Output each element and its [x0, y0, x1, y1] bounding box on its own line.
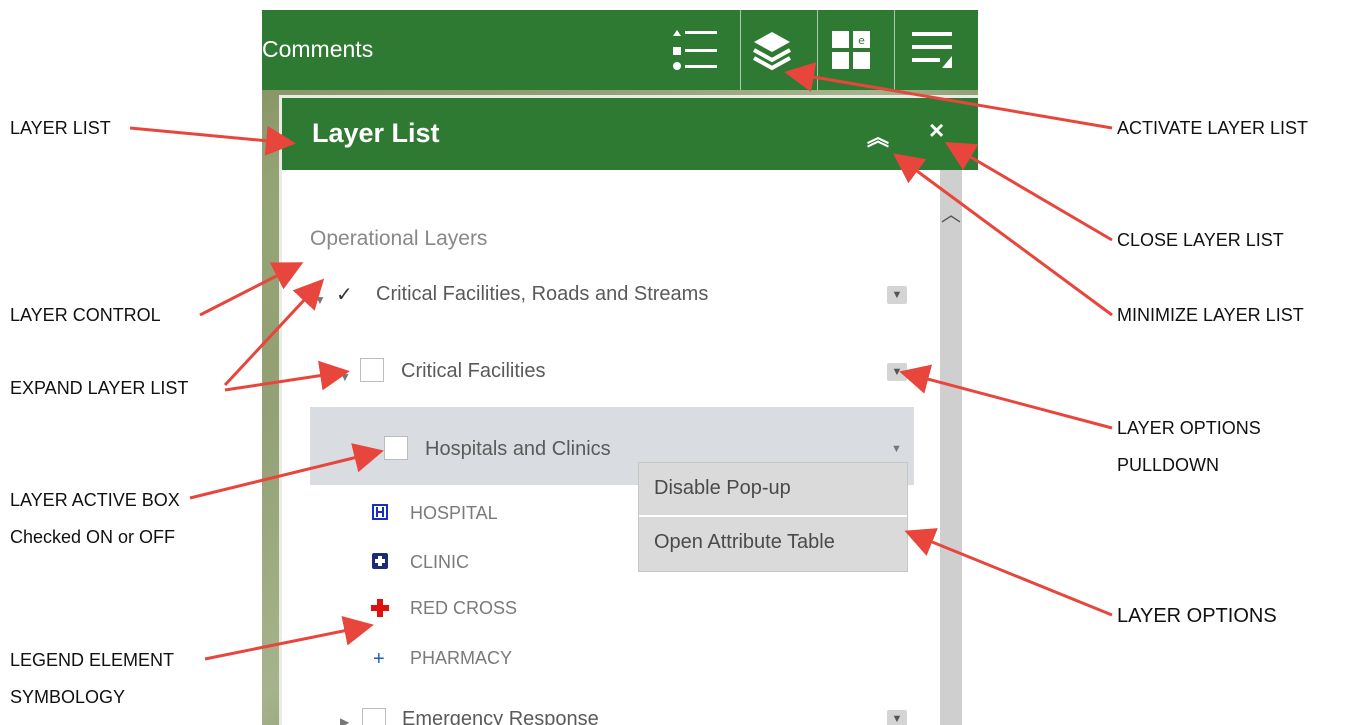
arrow-activate	[784, 62, 1113, 130]
arrow-close	[944, 141, 1113, 242]
arrow-legend	[204, 616, 374, 661]
annotation-arrows	[129, 62, 1113, 661]
arrow-options-pulldown	[899, 364, 1113, 430]
arrow-minimize	[893, 153, 1113, 317]
arrow-active-box	[189, 443, 384, 500]
arrow-expand-1	[223, 278, 325, 387]
arrow-layer-control	[199, 262, 304, 317]
arrow-expand-2	[224, 360, 350, 392]
arrow-options	[904, 528, 1113, 617]
arrow-layer-list	[129, 125, 296, 156]
